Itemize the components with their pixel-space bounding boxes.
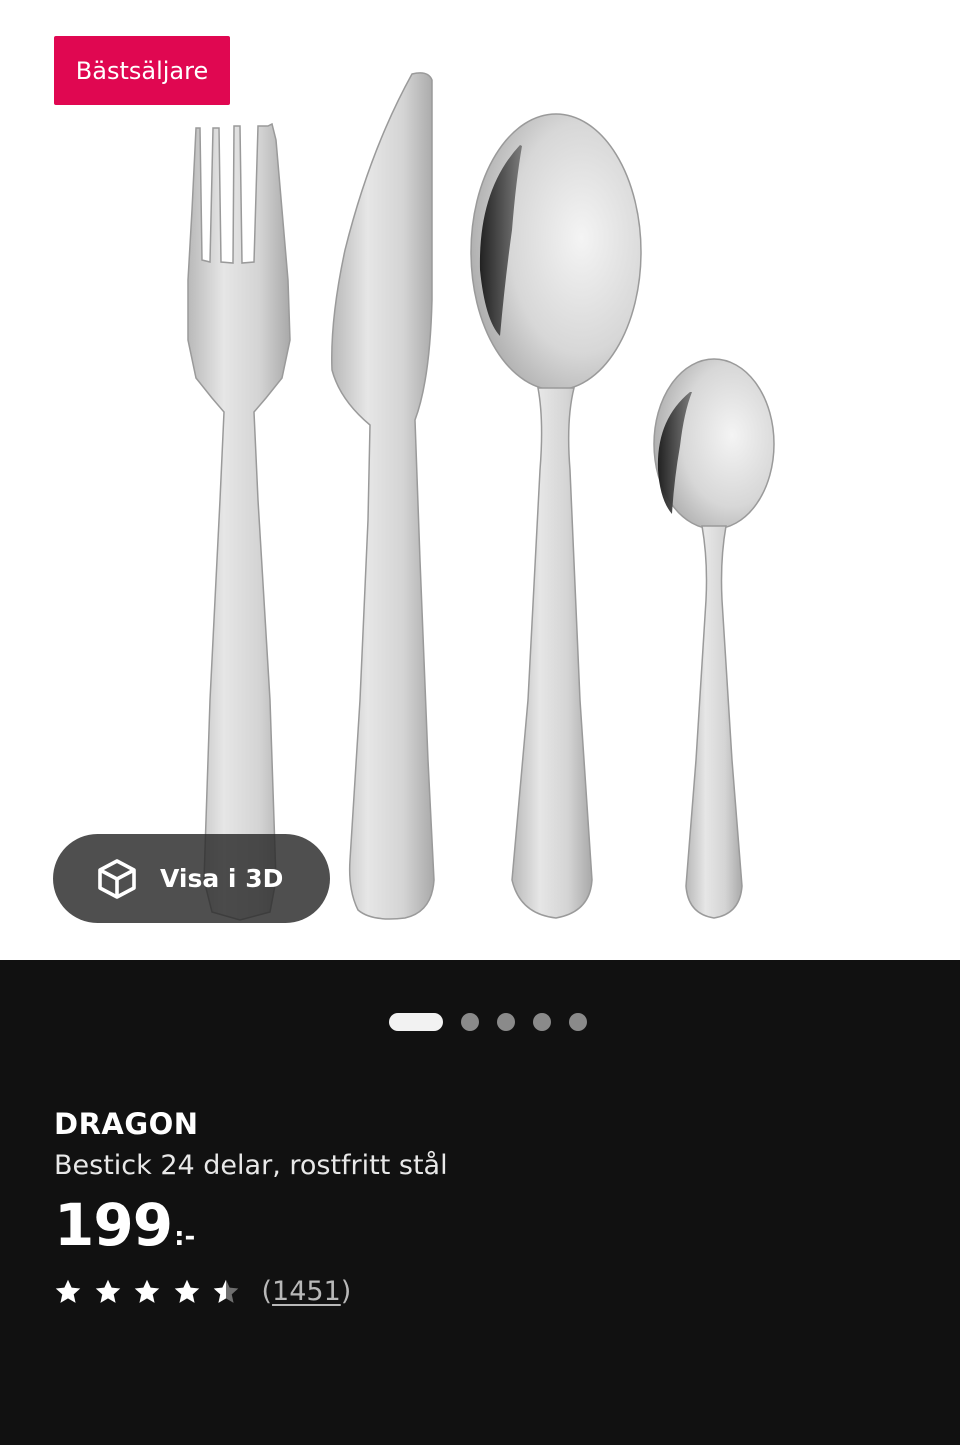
carousel-dot-1[interactable] [388, 1013, 443, 1031]
product-image-area[interactable]: Bästsäljare Visa i 3D [0, 0, 960, 960]
product-rating[interactable]: (1451) [54, 1276, 351, 1307]
star-full-icon [173, 1278, 201, 1306]
carousel-dot-4[interactable] [532, 1013, 551, 1031]
review-count: 1451 [272, 1276, 341, 1307]
product-info: DRAGON Bestick 24 delar, rostfritt stål … [54, 1104, 448, 1256]
product-name: DRAGON [54, 1107, 199, 1141]
star-half-icon [212, 1278, 240, 1306]
carousel-dot-5[interactable] [568, 1013, 587, 1031]
product-description: Bestick 24 delar, rostfritt stål [54, 1150, 448, 1181]
bestseller-badge: Bästsäljare [54, 36, 230, 105]
product-price: 199 :- [54, 1194, 448, 1256]
teaspoon-shape [653, 358, 775, 919]
fork-shape [187, 122, 291, 921]
star-full-icon [54, 1278, 82, 1306]
price-integer: 199 [54, 1191, 173, 1259]
cube-3d-icon [95, 857, 139, 901]
star-full-icon [133, 1278, 161, 1306]
price-suffix: :- [174, 1222, 196, 1252]
view-in-3d-button[interactable]: Visa i 3D [53, 834, 330, 923]
view-in-3d-label: Visa i 3D [160, 864, 284, 893]
knife-shape [331, 72, 435, 920]
carousel-pagination [0, 1013, 960, 1031]
review-count-link[interactable]: (1451) [262, 1276, 352, 1307]
carousel-dot-2[interactable] [460, 1013, 479, 1031]
cutlery-product-image [187, 72, 775, 921]
star-full-icon [94, 1278, 122, 1306]
carousel-dot-3[interactable] [496, 1013, 515, 1031]
tablespoon-shape [470, 113, 642, 919]
